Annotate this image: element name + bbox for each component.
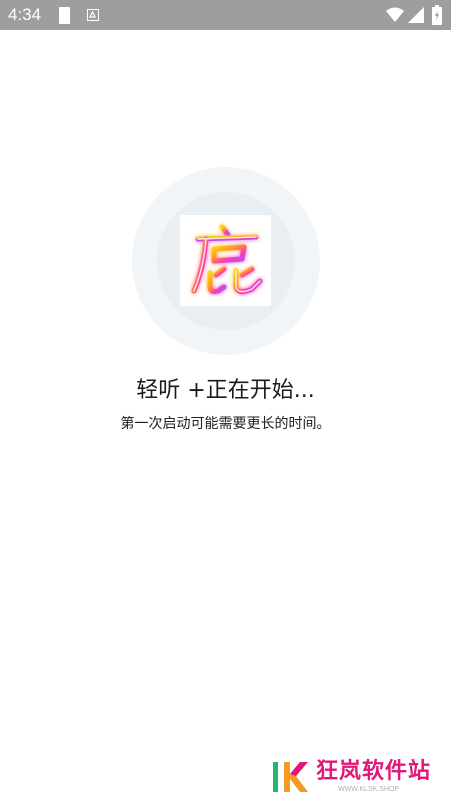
watermark-k-logo-icon: [273, 762, 308, 792]
cell-signal-icon: [408, 7, 424, 23]
app-logo: [180, 215, 271, 306]
notification-app-icon: [87, 9, 99, 21]
status-bar: 4:34: [0, 0, 451, 30]
wifi-icon: [386, 7, 404, 22]
battery-charging-icon: [432, 5, 442, 25]
watermark-url: WWW.KLSK.SHOP: [338, 786, 400, 793]
deer-character-logo-icon: [191, 224, 263, 295]
sim-card-icon: [59, 7, 70, 24]
watermark-text: 狂岚软件站: [316, 759, 432, 784]
site-watermark: 狂岚软件站 WWW.KLSK.SHOP: [272, 758, 442, 796]
loading-subtitle: 第一次启动可能需要更长的时间。: [120, 416, 331, 432]
status-time: 4:34: [8, 5, 42, 24]
loading-title: 轻听 +正在开始...: [136, 378, 315, 403]
